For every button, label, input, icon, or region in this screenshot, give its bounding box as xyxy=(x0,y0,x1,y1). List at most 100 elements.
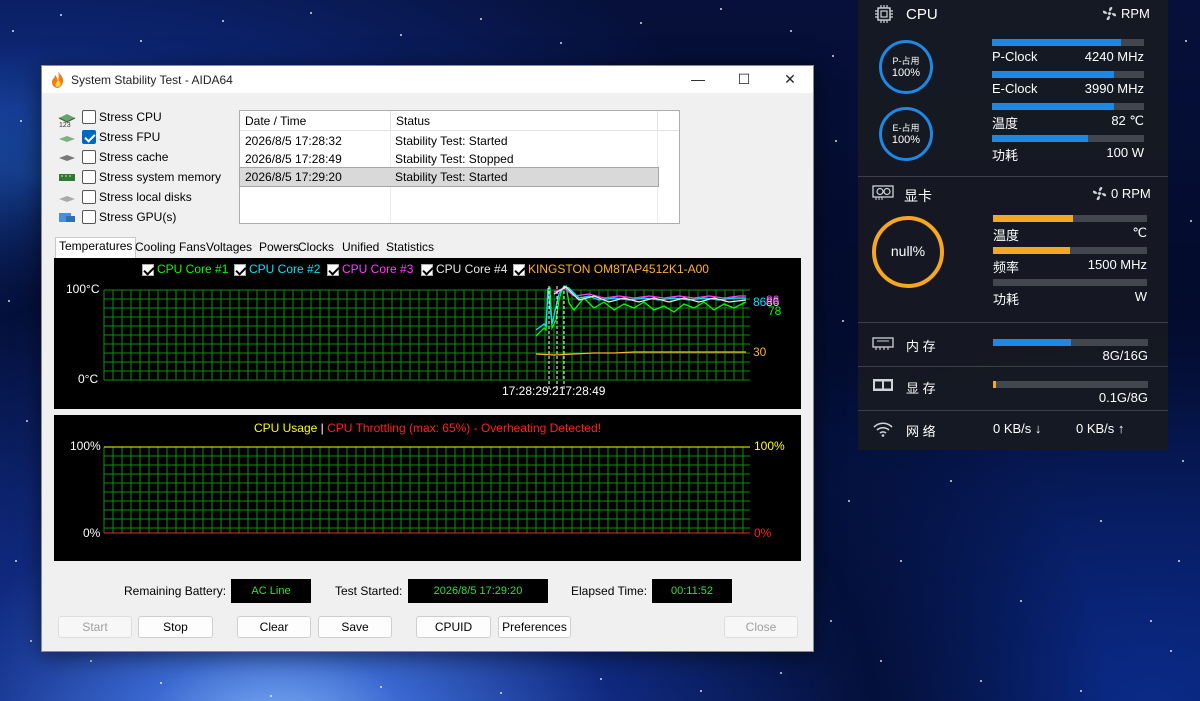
stop-button[interactable]: Stop xyxy=(138,616,213,638)
cpu-metric-value: 3990 MHz xyxy=(1084,81,1144,96)
tab-temperatures[interactable]: Temperatures xyxy=(55,237,137,258)
tab-statistics[interactable]: Statistics xyxy=(383,239,437,258)
stress-option-row[interactable]: 123 Stress FPU xyxy=(58,122,238,146)
stress-checkbox[interactable] xyxy=(82,190,96,204)
preferences-button[interactable]: Preferences xyxy=(498,616,571,638)
usage-axis-right-bottom: 0% xyxy=(754,526,772,540)
star xyxy=(20,120,22,122)
cache-icon xyxy=(59,155,75,161)
cpu-metric-bar xyxy=(992,71,1144,78)
memory-bar xyxy=(993,339,1148,346)
stress-option-row[interactable]: Stress CPU xyxy=(58,109,238,126)
battery-label: Remaining Battery: xyxy=(124,584,227,598)
stress-option-row[interactable]: Stress GPU(s) xyxy=(58,209,238,226)
temp-end-value: 86 xyxy=(753,295,767,309)
stress-checkbox[interactable] xyxy=(82,130,96,144)
p-core-usage-label: P-占用 xyxy=(892,56,920,66)
disk-icon xyxy=(59,196,75,202)
cpu-core-1-line xyxy=(535,284,747,337)
close-button[interactable]: Close xyxy=(724,616,798,638)
log-column-status[interactable]: Status xyxy=(391,111,658,131)
stress-option-row[interactable]: Stress cache xyxy=(58,149,238,166)
stress-option-row[interactable]: Stress local disks xyxy=(58,189,238,206)
e-core-usage-ring: E-占用 100% xyxy=(879,107,933,161)
star xyxy=(1100,520,1102,522)
cpu-metric-bar-fill xyxy=(992,135,1088,142)
section-divider xyxy=(858,176,1168,177)
event-log-table[interactable]: Date / Time Status 2026/8/5 17:28:32 Stab… xyxy=(239,110,680,224)
gpu-icon xyxy=(59,213,75,222)
network-download: 0 KB/s ↓ xyxy=(993,421,1042,436)
star xyxy=(26,420,28,422)
stress-checkbox[interactable] xyxy=(82,210,96,224)
star xyxy=(90,660,92,662)
cpu-metric-bar-fill xyxy=(992,71,1114,78)
log-time-cell: 2026/8/5 17:28:49 xyxy=(245,152,342,166)
cpu-metric-label: 温度 xyxy=(992,116,1019,131)
stress-checkbox[interactable] xyxy=(82,150,96,164)
log-row[interactable]: 2026/8/5 17:28:32 Stability Test: Started xyxy=(240,132,658,150)
graph-tabs: Temperatures Cooling Fans Voltages Powers Cl… xyxy=(55,237,445,258)
temp-axis-bottom: 0°C xyxy=(78,372,99,386)
close-window-button[interactable]: ✕ xyxy=(767,66,813,93)
log-row[interactable]: 2026/8/5 17:29:20 Stability Test: Started xyxy=(239,167,659,187)
cpu-metric-value: 100 W xyxy=(1106,145,1144,160)
star xyxy=(8,300,10,302)
section-divider xyxy=(858,322,1168,323)
stress-option-label: Stress CPU xyxy=(99,110,162,124)
gpu-metric-value: ℃ xyxy=(1132,225,1147,240)
log-time-cell: 2026/8/5 17:28:32 xyxy=(245,134,342,148)
tab-voltages[interactable]: Voltages xyxy=(203,239,255,258)
temp-axis-top: 100°C xyxy=(66,282,100,296)
star xyxy=(842,320,844,322)
log-status-cell: Stability Test: Stopped xyxy=(395,152,514,166)
stress-checkbox[interactable] xyxy=(82,170,96,184)
star xyxy=(780,672,782,674)
star xyxy=(270,695,272,697)
star xyxy=(310,12,312,14)
log-column-filler xyxy=(658,111,679,131)
gpu-metric-label: 频率 xyxy=(993,260,1020,275)
temperature-grid xyxy=(103,289,750,381)
temp-time-labels: 17:28:29:217:28:49 xyxy=(502,384,606,398)
clear-button[interactable]: Clear xyxy=(237,616,311,638)
tab-unified[interactable]: Unified xyxy=(339,239,382,258)
close-icon: ✕ xyxy=(784,71,796,87)
minimize-button[interactable]: — xyxy=(675,66,721,93)
gpu-metric-value: 1500 MHz xyxy=(1087,257,1147,272)
memory-module-icon xyxy=(59,174,75,181)
log-status-cell: Stability Test: Started xyxy=(395,134,508,148)
star xyxy=(640,22,642,24)
star xyxy=(400,34,402,36)
save-button[interactable]: Save xyxy=(318,616,392,638)
log-status-cell: Stability Test: Started xyxy=(395,170,508,184)
cpu-section-title: CPU xyxy=(906,6,938,23)
stress-checkbox[interactable] xyxy=(82,110,96,124)
start-button[interactable]: Start xyxy=(58,616,132,638)
stress-option-label: Stress system memory xyxy=(99,170,222,184)
star xyxy=(1150,620,1152,622)
star xyxy=(140,40,142,42)
gpu-metric-label: 温度 xyxy=(993,228,1020,243)
tab-cooling-fans[interactable]: Cooling Fans xyxy=(132,239,209,258)
test-started-value: 2026/8/5 17:29:20 xyxy=(408,579,548,603)
star xyxy=(1178,560,1180,562)
star xyxy=(380,686,382,688)
star xyxy=(950,480,952,482)
battery-value: AC Line xyxy=(231,579,311,603)
maximize-button[interactable]: ☐ xyxy=(721,66,767,93)
star xyxy=(880,660,882,662)
tab-clocks[interactable]: Clocks xyxy=(295,239,337,258)
memory-bar-fill xyxy=(993,339,1071,346)
cpuid-button[interactable]: CPUID xyxy=(416,616,491,638)
gpu-metric-bar xyxy=(993,279,1147,286)
log-row[interactable]: 2026/8/5 17:28:49 Stability Test: Stopped xyxy=(240,150,658,168)
gpu-usage-ring: null% xyxy=(872,216,944,288)
log-column-datetime[interactable]: Date / Time xyxy=(240,111,391,131)
p-core-usage-value: 100% xyxy=(891,67,921,79)
cpu-usage-graph: CPU Usage | CPU Throttling (max: 65%) - … xyxy=(54,415,801,561)
vram-label: 显 存 xyxy=(906,381,936,396)
gpu-card-icon xyxy=(872,185,894,200)
title-bar[interactable]: System Stability Test - AIDA64 — ☐ ✕ xyxy=(42,66,813,93)
stress-option-row[interactable]: Stress system memory xyxy=(58,169,238,186)
